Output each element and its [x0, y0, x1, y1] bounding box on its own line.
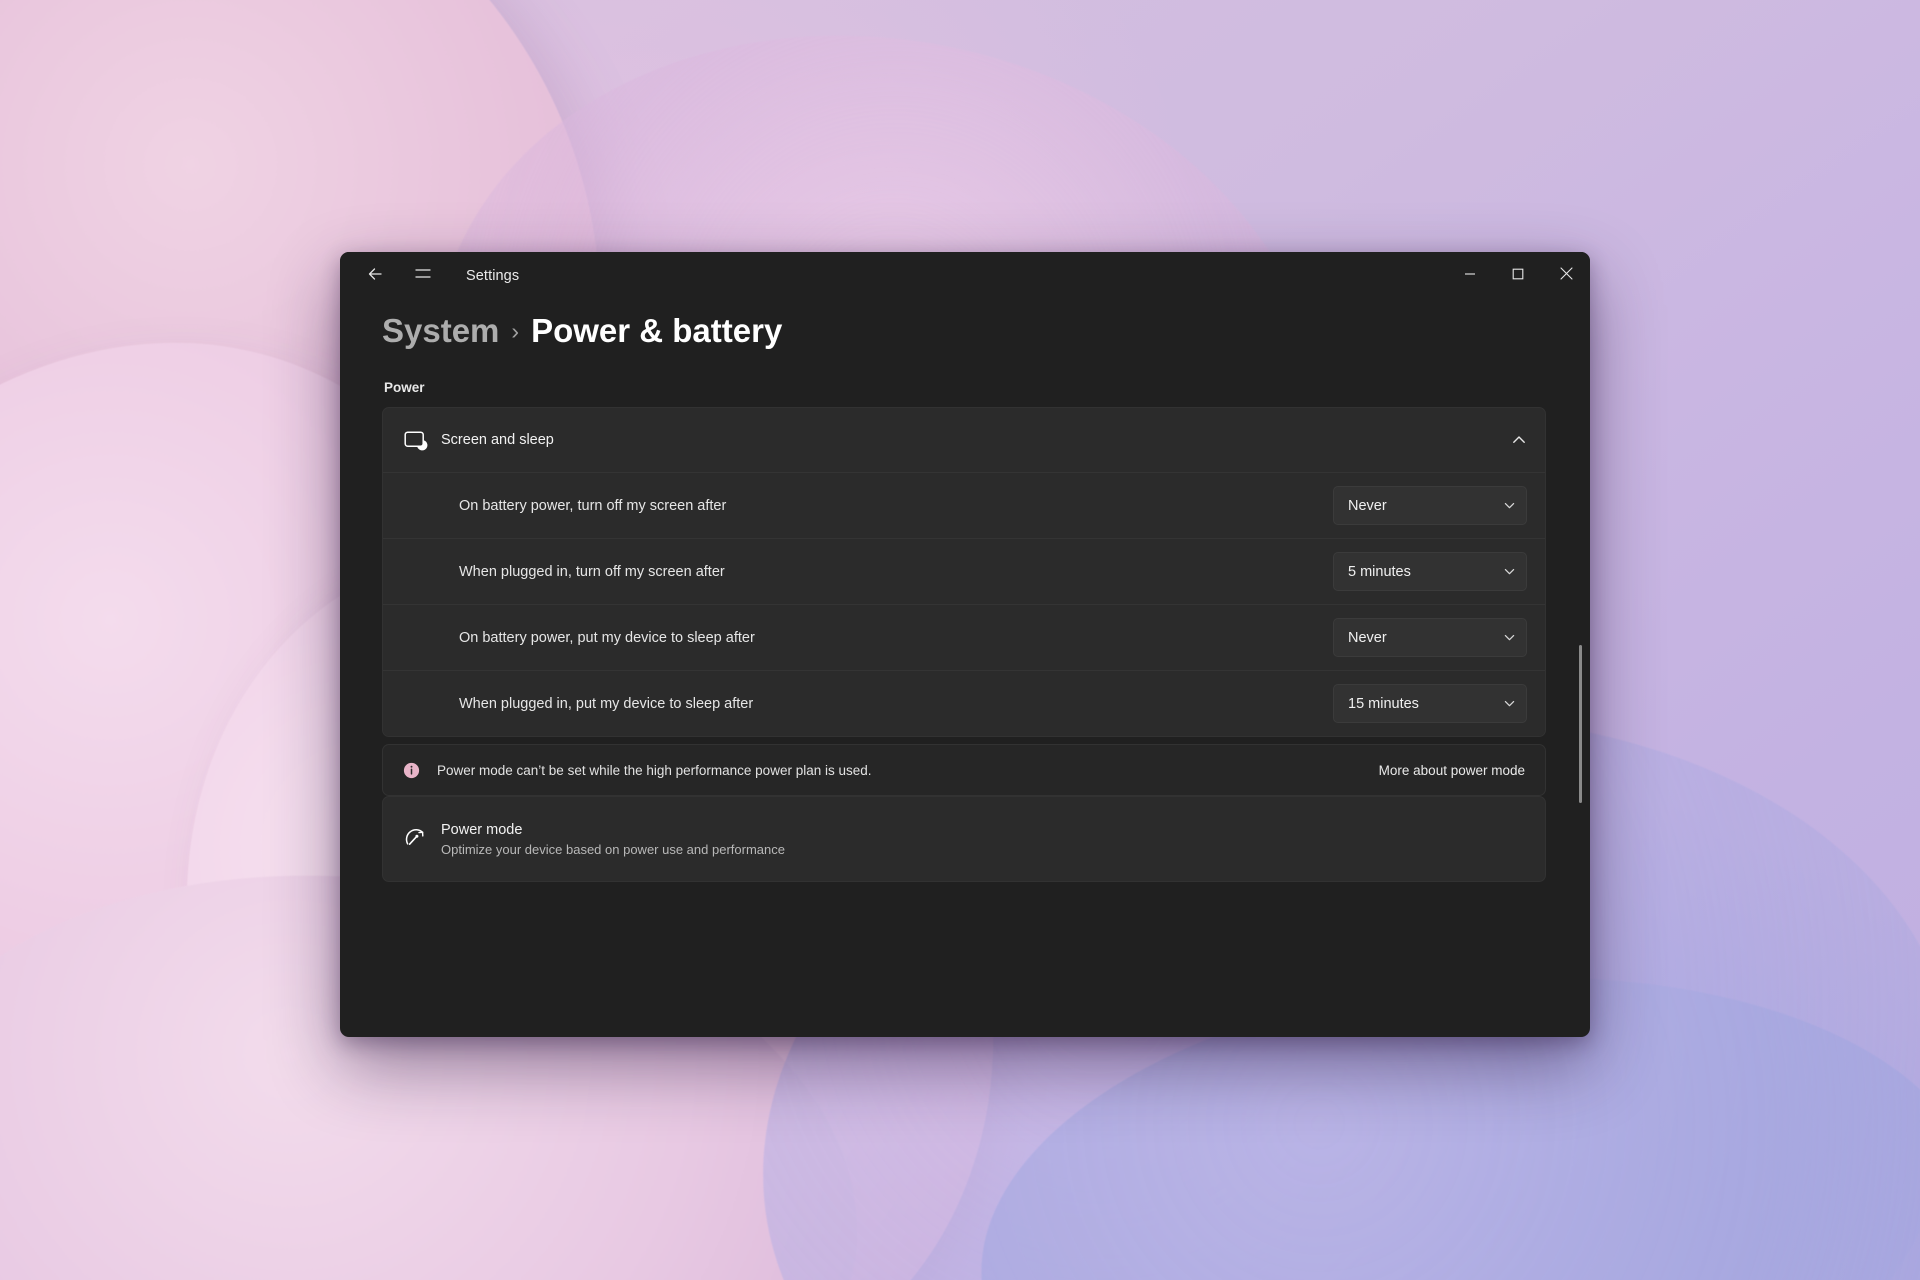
menu-button[interactable]	[402, 258, 444, 294]
power-mode-subtitle: Optimize your device based on power use …	[441, 841, 785, 857]
gauge-icon	[403, 826, 441, 852]
window-controls	[1446, 252, 1590, 300]
chevron-down-icon	[1503, 631, 1516, 644]
more-about-power-mode-link[interactable]: More about power mode	[1379, 763, 1525, 778]
setting-label: When plugged in, put my device to sleep …	[459, 695, 754, 712]
maximize-icon	[1512, 267, 1524, 285]
close-icon	[1559, 267, 1573, 285]
page-title: Power & battery	[531, 312, 783, 349]
dropdown-battery-sleep[interactable]: Never	[1333, 618, 1527, 657]
screen-and-sleep-title: Screen and sleep	[441, 432, 554, 448]
section-label-power: Power	[384, 380, 425, 395]
power-mode-textblock: Power mode Optimize your device based on…	[441, 822, 785, 857]
screen-and-sleep-card: Screen and sleep On battery power, turn …	[382, 407, 1546, 737]
setting-label: When plugged in, turn off my screen afte…	[459, 563, 725, 580]
minimize-button[interactable]	[1446, 252, 1494, 300]
warning-message: Power mode can’t be set while the high p…	[437, 762, 872, 778]
breadcrumb-separator-icon: ›	[511, 318, 520, 344]
dropdown-value: 5 minutes	[1348, 563, 1411, 580]
power-mode-warning-banner: Power mode can’t be set while the high p…	[382, 744, 1546, 796]
content-scrollbar[interactable]	[1573, 300, 1585, 1037]
chevron-down-icon	[1503, 499, 1516, 512]
breadcrumb: System › Power & battery	[382, 312, 1546, 364]
setting-label: On battery power, put my device to sleep…	[459, 629, 755, 646]
breadcrumb-parent-system[interactable]: System	[382, 312, 499, 350]
dropdown-value: Never	[1348, 497, 1387, 514]
setting-label: On battery power, turn off my screen aft…	[459, 497, 727, 514]
info-icon	[403, 762, 437, 779]
settings-window: Settings System › Power & battery Power …	[340, 252, 1590, 1037]
setting-row-plugged-screen-off: When plugged in, turn off my screen afte…	[383, 538, 1545, 604]
scrollbar-thumb[interactable]	[1579, 645, 1582, 803]
app-title: Settings	[466, 268, 520, 284]
screen-and-sleep-header[interactable]: Screen and sleep	[383, 408, 1545, 472]
setting-row-plugged-sleep: When plugged in, put my device to sleep …	[383, 670, 1545, 736]
setting-row-battery-sleep: On battery power, put my device to sleep…	[383, 604, 1545, 670]
dropdown-plugged-screen-off[interactable]: 5 minutes	[1333, 552, 1527, 591]
setting-row-battery-screen-off: On battery power, turn off my screen aft…	[383, 472, 1545, 538]
power-mode-title: Power mode	[441, 821, 523, 838]
window-titlebar: Settings	[340, 252, 1590, 300]
hamburger-menu-icon	[414, 265, 432, 288]
dropdown-value: Never	[1348, 629, 1387, 646]
chevron-up-icon[interactable]	[1511, 432, 1527, 448]
settings-content: System › Power & battery Power Screen an…	[340, 300, 1590, 1037]
screen-sleep-icon	[403, 428, 441, 453]
power-mode-card: Power mode Optimize your device based on…	[382, 796, 1546, 882]
close-button[interactable]	[1542, 252, 1590, 300]
dropdown-value: 15 minutes	[1348, 695, 1419, 712]
back-button[interactable]	[354, 258, 396, 294]
back-arrow-icon	[365, 264, 385, 289]
dropdown-battery-screen-off[interactable]: Never	[1333, 486, 1527, 525]
chevron-down-icon	[1503, 697, 1516, 710]
dropdown-plugged-sleep[interactable]: 15 minutes	[1333, 684, 1527, 723]
maximize-button[interactable]	[1494, 252, 1542, 300]
chevron-down-icon	[1503, 565, 1516, 578]
minimize-icon	[1464, 267, 1476, 285]
power-mode-header[interactable]: Power mode Optimize your device based on…	[383, 797, 1545, 881]
